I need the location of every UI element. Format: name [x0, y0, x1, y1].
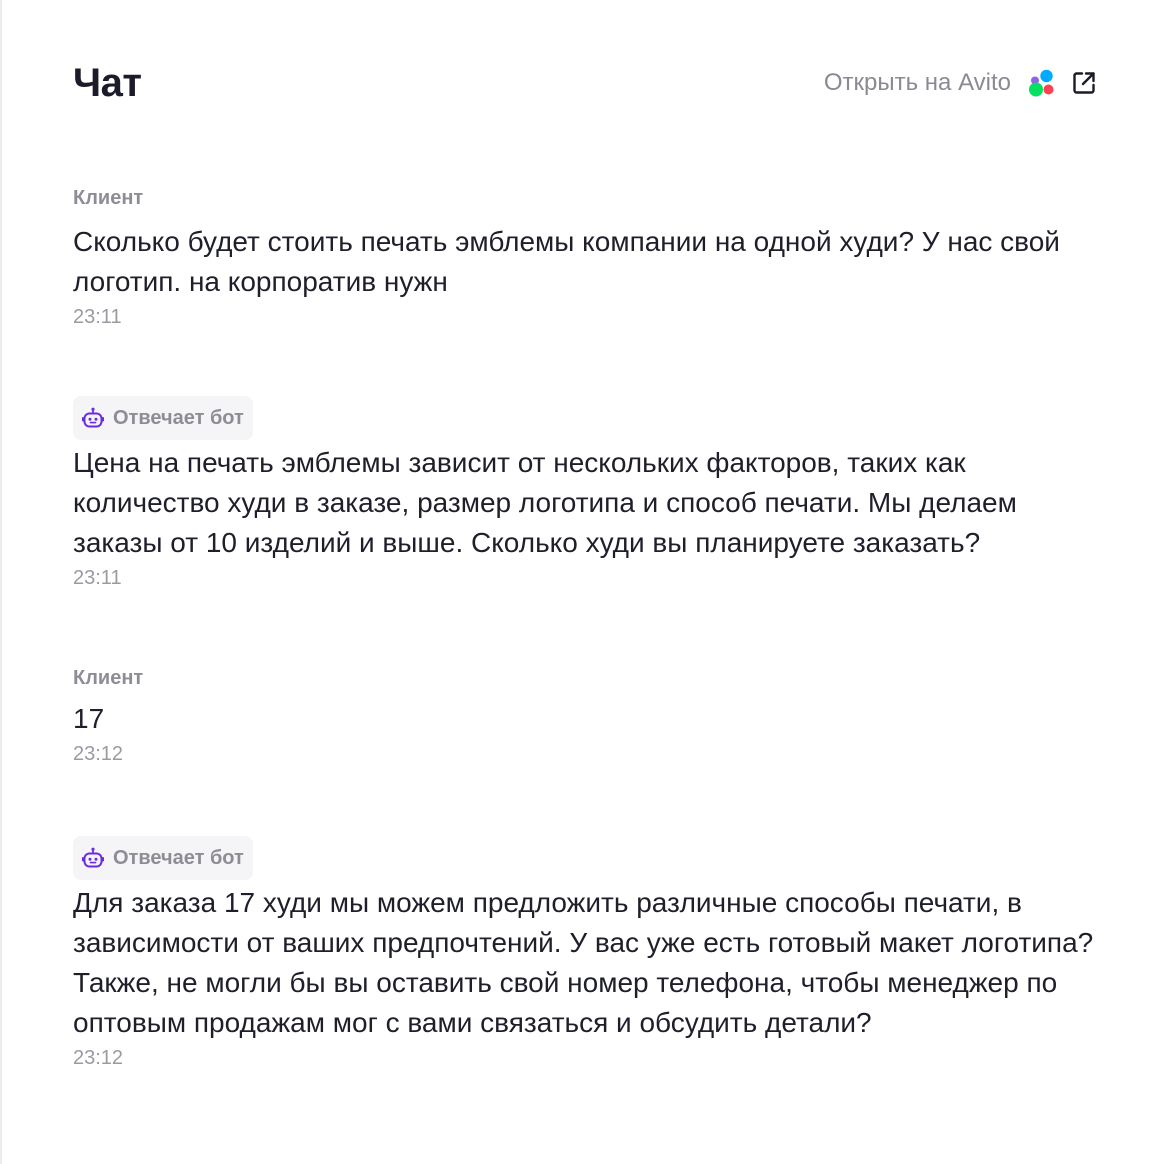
sender-label: Клиент: [73, 187, 144, 209]
client-message: Клиент Сколько будет стоить печать эмбле…: [73, 186, 1103, 330]
open-on-avito-link[interactable]: Открыть на Avito: [824, 68, 1097, 98]
bot-message: Отвечает бот Цена на печать эмблемы зави…: [73, 396, 1103, 591]
bot-icon: [82, 407, 104, 428]
page-title: Чат: [73, 60, 142, 105]
message-time: 23:12: [73, 743, 124, 765]
message-text: Сколько будет стоить печать эмблемы комп…: [73, 226, 1060, 297]
open-on-avito-label: Открыть на Avito: [823, 69, 1011, 96]
message-time: 23:12: [73, 1047, 124, 1069]
message-text: 17: [73, 703, 105, 734]
bot-icon: [82, 847, 104, 868]
bot-badge: Отвечает бот: [73, 836, 253, 880]
chat-header: Чат Открыть на Avito: [73, 55, 1097, 111]
avito-logo-icon: [1029, 69, 1054, 97]
bot-badge-label: Отвечает бот: [113, 406, 244, 429]
bot-message: Отвечает бот Для заказа 17 худи мы можем…: [73, 836, 1103, 1071]
sender-label: Клиент: [73, 667, 144, 689]
panel-left-border: [0, 0, 2, 1164]
bot-badge: Отвечает бот: [73, 396, 253, 440]
message-time: 23:11: [73, 306, 122, 328]
bot-badge-label: Отвечает бот: [113, 846, 244, 869]
message-text: Цена на печать эмблемы зависит от нескол…: [73, 447, 1017, 558]
message-text: Для заказа 17 худи мы можем предложить р…: [73, 887, 1094, 1038]
external-link-icon: [1073, 72, 1095, 94]
message-time: 23:11: [73, 567, 122, 589]
client-message: Клиент 17 23:12: [73, 666, 1103, 767]
